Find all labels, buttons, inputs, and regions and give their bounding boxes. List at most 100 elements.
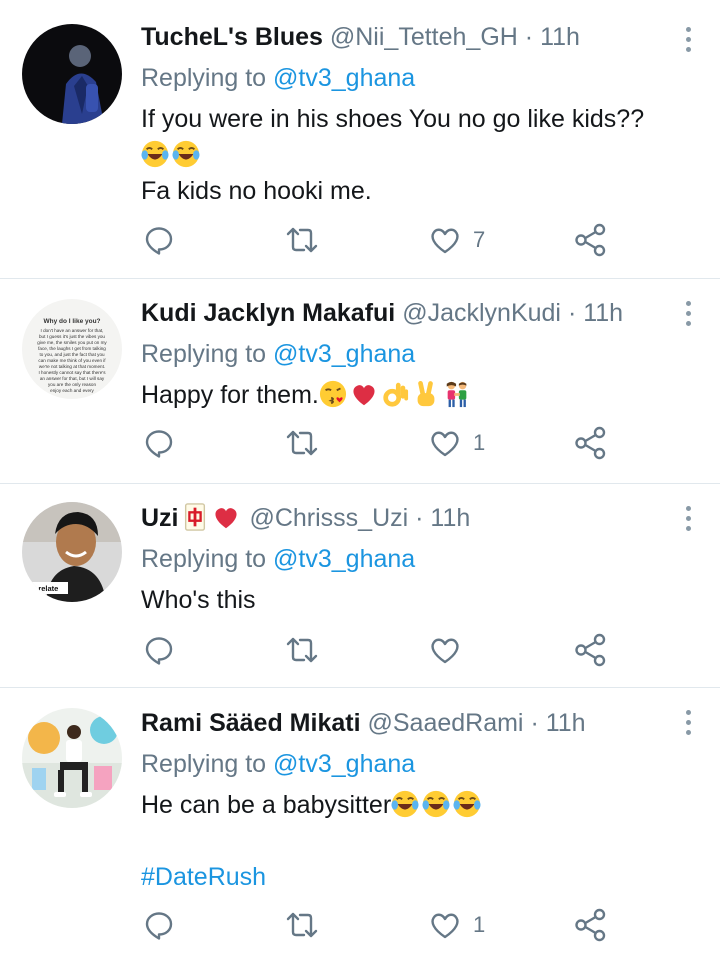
- like-button[interactable]: 1: [429, 425, 485, 461]
- share-icon: [573, 908, 607, 942]
- tweet-header: Kudi Jacklyn Makafui @JacklynKudi · 11h: [141, 296, 680, 330]
- avatar-text-line: give me, the smiles you put on my: [37, 340, 107, 345]
- user-handle[interactable]: @Chrisss_Uzi: [249, 504, 408, 532]
- reply-bubble-icon: [145, 225, 175, 255]
- heart-outline-icon: [429, 225, 461, 255]
- text-span: He can be a babysitter: [141, 791, 392, 819]
- like-button[interactable]: [429, 632, 473, 668]
- user-handle[interactable]: @Nii_Tetteh_GH: [330, 23, 518, 51]
- timestamp[interactable]: 11h: [540, 23, 580, 51]
- action-bar: 1: [141, 425, 621, 461]
- like-button[interactable]: 1: [429, 907, 485, 943]
- like-button[interactable]: 7: [429, 222, 485, 258]
- text-line: He can be a babysitter: [141, 787, 680, 823]
- text-line: Who's this: [141, 586, 256, 614]
- tweet-reply-2[interactable]: Why do I like you? I don't have an answe…: [0, 279, 720, 484]
- reply-button[interactable]: [145, 907, 175, 943]
- tweet-reply-4[interactable]: Rami Sääed Mikati @SaaedRami · 11h Reply…: [0, 688, 720, 967]
- share-icon: [573, 426, 607, 460]
- retweet-button[interactable]: [284, 425, 320, 461]
- replying-label: Replying to: [141, 64, 267, 92]
- retweet-button[interactable]: [284, 632, 320, 668]
- display-name[interactable]: Rami Sääed Mikati: [141, 709, 361, 737]
- avatar-text-line: but I guess it's just the vibes you: [39, 334, 105, 339]
- avatar-text-line: enjoy each and every: [50, 388, 94, 393]
- share-icon: [573, 223, 607, 257]
- retweet-icon: [284, 428, 320, 458]
- share-button[interactable]: [573, 632, 607, 668]
- face-with-tears-of-joy-icon: [422, 790, 450, 818]
- face-with-tears-of-joy-icon: [141, 140, 169, 168]
- avatar-text-line: we're not talking at that moment.: [39, 364, 105, 369]
- reply-button[interactable]: [145, 632, 175, 668]
- hashtag-link[interactable]: #DateRush: [141, 859, 680, 895]
- mention-link[interactable]: @tv3_ghana: [273, 340, 415, 368]
- avatar-text-line: I don't have an answer for that,: [41, 328, 104, 333]
- avatar[interactable]: ent relate: [22, 502, 122, 602]
- action-bar: 7: [141, 222, 621, 258]
- tweet-text: Who's this: [141, 582, 680, 618]
- retweet-button[interactable]: [284, 907, 320, 943]
- tweet-reply-3[interactable]: ent relate Uzi @Chrisss_Uzi · 11h Replyi…: [0, 484, 720, 688]
- face-with-tears-of-joy-icon: [172, 140, 200, 168]
- avatar-text-title: Why do I like you?: [43, 318, 100, 325]
- display-name[interactable]: TucheL's Blues: [141, 23, 323, 51]
- reply-button[interactable]: [145, 222, 175, 258]
- avatar-text-line: face, the laughs I get from talking: [38, 346, 106, 351]
- reply-bubble-icon: [145, 428, 175, 458]
- avatar[interactable]: [22, 24, 122, 124]
- vertical-ellipsis-icon[interactable]: [686, 301, 692, 331]
- avatar-caption: ent relate: [25, 584, 58, 593]
- avatar[interactable]: [22, 708, 122, 808]
- vertical-ellipsis-icon[interactable]: [686, 710, 692, 740]
- text-line: Happy for them.: [141, 381, 319, 409]
- like-count: 7: [473, 227, 486, 252]
- tweet-text: Happy for them.: [141, 377, 680, 413]
- user-handle[interactable]: @JacklynKudi: [402, 299, 561, 327]
- avatar-text-line: to you, and just the fact that you: [39, 352, 105, 357]
- tweet-header: Uzi @Chrisss_Uzi · 11h: [141, 501, 680, 535]
- action-bar: 1: [141, 907, 621, 943]
- retweet-button[interactable]: [284, 222, 320, 258]
- like-count: 1: [473, 430, 486, 455]
- face-with-tears-of-joy-icon: [391, 790, 419, 818]
- vertical-ellipsis-icon[interactable]: [686, 27, 692, 57]
- timestamp[interactable]: 11h: [546, 709, 586, 737]
- separator: ·: [567, 299, 577, 327]
- share-button[interactable]: [573, 222, 607, 258]
- share-button[interactable]: [573, 425, 607, 461]
- mention-link[interactable]: @tv3_ghana: [273, 545, 415, 573]
- reply-bubble-icon: [145, 910, 175, 940]
- timestamp[interactable]: 11h: [583, 299, 623, 327]
- avatar-text-line: I honestly cannot say that there's: [38, 370, 106, 375]
- reply-bubble-icon: [145, 635, 175, 665]
- reply-button[interactable]: [145, 425, 175, 461]
- tweet-text: He can be a babysitter #DateRush: [141, 787, 680, 895]
- display-name[interactable]: Uzi: [141, 504, 179, 532]
- tweet-header: Rami Sääed Mikati @SaaedRami · 11h: [141, 706, 680, 740]
- display-name[interactable]: Kudi Jacklyn Makafui: [141, 299, 395, 327]
- red-heart-icon: [350, 380, 378, 408]
- retweet-icon: [284, 910, 320, 940]
- red-heart-icon: [212, 503, 240, 531]
- separator: ·: [530, 709, 539, 737]
- avatar[interactable]: Why do I like you? I don't have an answe…: [22, 299, 122, 399]
- separator: ·: [524, 23, 534, 51]
- vertical-ellipsis-icon[interactable]: [686, 506, 692, 536]
- mention-link[interactable]: @tv3_ghana: [273, 64, 415, 92]
- tweet-text: If you were in his shoes You no go like …: [141, 101, 680, 209]
- like-count: 1: [473, 912, 486, 937]
- separator: ·: [415, 504, 424, 532]
- replying-label: Replying to: [141, 545, 267, 573]
- tweet-reply-1[interactable]: TucheL's Blues @Nii_Tetteh_GH · 11h Repl…: [0, 0, 720, 279]
- face-with-tears-of-joy-icon: [453, 790, 481, 818]
- share-icon: [573, 633, 607, 667]
- heart-outline-icon: [429, 635, 461, 665]
- man-and-woman-holding-hands-icon: [443, 380, 471, 408]
- avatar-text-line: you are the only reason: [48, 382, 96, 387]
- text-line: If you were in his shoes You no go like …: [141, 105, 645, 133]
- mention-link[interactable]: @tv3_ghana: [273, 750, 415, 778]
- user-handle[interactable]: @SaaedRami: [367, 709, 523, 737]
- share-button[interactable]: [573, 907, 607, 943]
- timestamp[interactable]: 11h: [430, 504, 470, 532]
